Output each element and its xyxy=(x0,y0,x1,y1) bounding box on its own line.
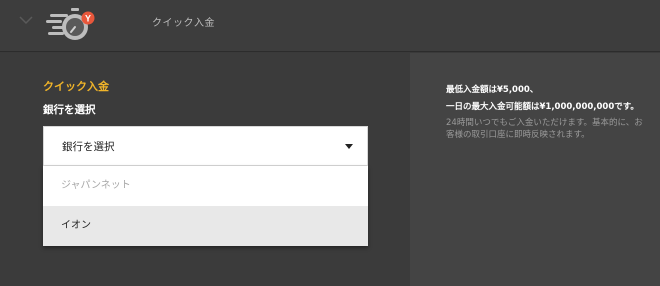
caret-down-icon xyxy=(345,144,353,149)
bank-option-japannet: ジャパンネット xyxy=(43,166,368,206)
bank-select[interactable]: 銀行を選択 xyxy=(43,126,368,166)
deposit-note-text: 24時間いつでもご入金いただけます。基本的に、お客様の取引口座に即時反映されます… xyxy=(446,118,643,140)
bank-option-aeon[interactable]: イオン xyxy=(43,206,368,246)
bank-select-label: 銀行を選択 xyxy=(43,104,96,116)
min-deposit-text: 最低入金額は¥5,000、 xyxy=(446,85,539,95)
max-deposit-text: 一日の最大入金可能額は¥1,000,000,000です。 xyxy=(446,102,639,112)
section-title: クイック入金 xyxy=(43,80,109,93)
top-bar: Y クイック入金 xyxy=(0,0,660,52)
speed-coin-logo-icon: Y xyxy=(46,8,95,40)
bank-select-value: 銀行を選択 xyxy=(62,141,115,153)
chevron-down-icon[interactable] xyxy=(18,14,34,26)
bank-dropdown-list: ジャパンネット イオン xyxy=(43,166,368,246)
header-title: クイック入金 xyxy=(152,18,215,29)
logo-badge-letter: Y xyxy=(85,14,91,24)
